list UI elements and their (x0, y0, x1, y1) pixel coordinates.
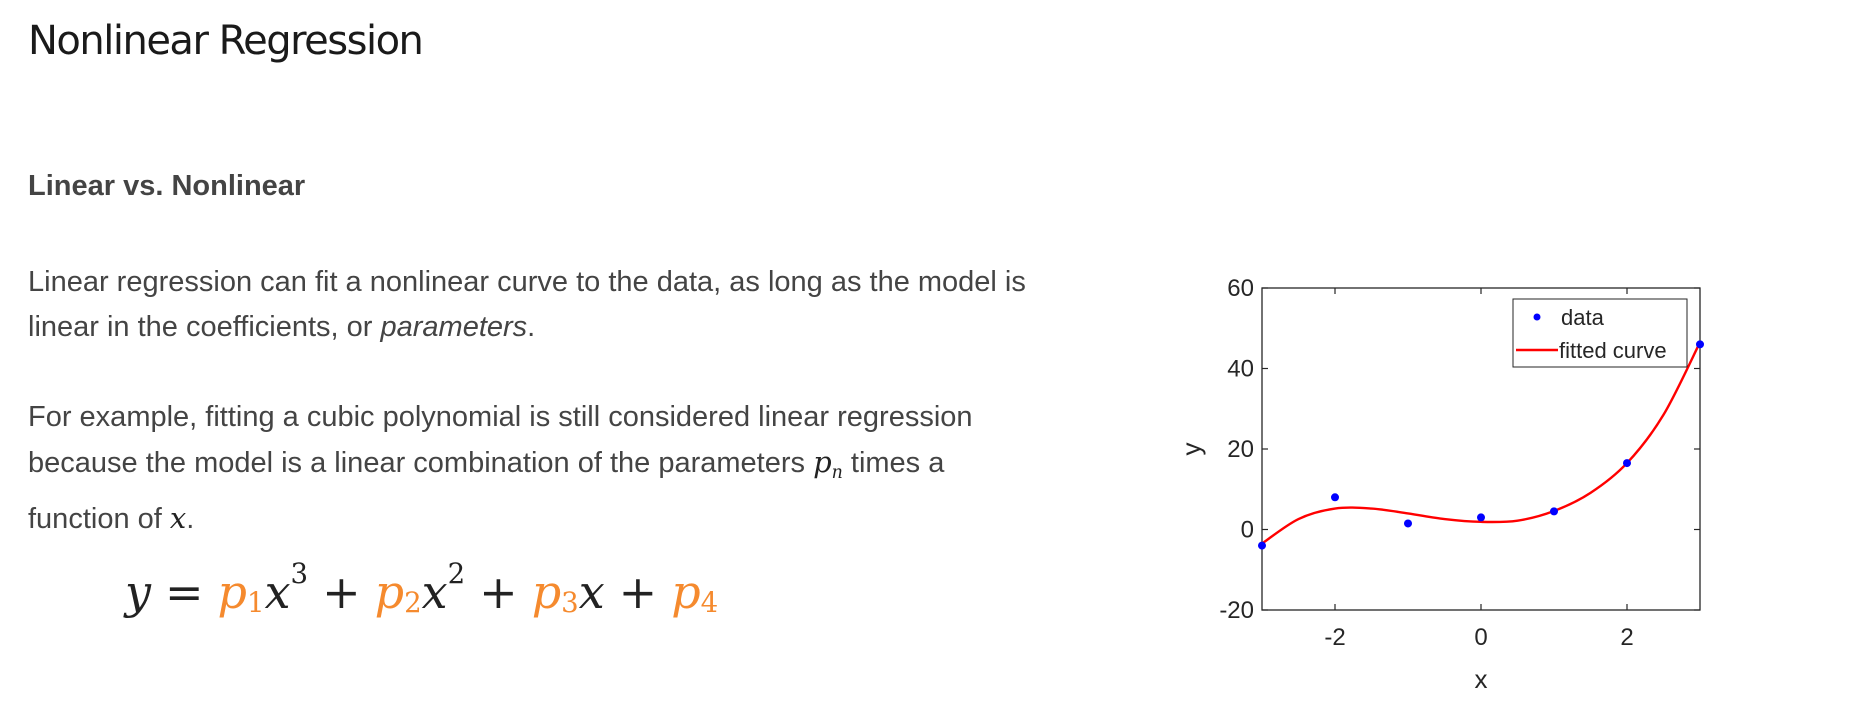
legend-data-label: data (1561, 305, 1605, 330)
eq-exp-2: 2 (447, 557, 466, 591)
eq-p2-base: p (374, 565, 405, 619)
emphasis-parameters: parameters (380, 311, 528, 343)
y-tick-label: 20 (1227, 436, 1254, 463)
legend-data-marker (1533, 313, 1541, 321)
y-tick-label: 60 (1227, 275, 1254, 302)
x-axis-label: x (1475, 664, 1488, 694)
eq-plus-3: + (618, 565, 658, 619)
eq-plus-1: + (322, 565, 361, 619)
legend: data fitted curve (1512, 298, 1688, 368)
paragraph-linear-regression: Linear regression can fit a nonlinear cu… (28, 260, 1028, 350)
paragraph-text-end: . (527, 311, 536, 343)
eq-p1-base: p (217, 565, 247, 619)
y-tick-label: 0 (1241, 517, 1254, 544)
data-point (1404, 519, 1412, 528)
data-point (1258, 541, 1266, 550)
cubic-equation: y = p1x3 + p2x2 + p3x + p4 (125, 560, 718, 619)
eq-p2-sub: 2 (404, 586, 422, 620)
section-heading: Linear vs. Nonlinear (28, 170, 306, 202)
paragraph-cubic-example: For example, fitting a cubic polynomial … (28, 395, 1028, 542)
x-tick-label: -2 (1324, 624, 1345, 651)
y-tick-label: -20 (1219, 597, 1254, 624)
eq-p4-sub: 4 (700, 586, 719, 620)
eq-exp-3: 3 (290, 557, 309, 591)
eq-p3-sub: 3 (561, 586, 579, 620)
x-tick-label: 2 (1620, 624, 1633, 651)
math-var-p-base: p (813, 445, 832, 479)
eq-param-p4: p4 (671, 565, 718, 619)
eq-param-p1: p1 (218, 565, 265, 619)
data-point (1623, 459, 1631, 468)
regression-chart: -200204060 -202 x y data fitted curve (1180, 275, 1704, 694)
eq-p4-base: p (671, 565, 701, 619)
data-point (1696, 340, 1704, 349)
eq-param-p2: p2 (375, 565, 422, 619)
eq-plus-2: + (479, 565, 518, 619)
eq-x-cubed-base: x (264, 565, 291, 619)
eq-param-p3: p3 (532, 565, 579, 619)
eq-x-linear: x (578, 565, 605, 619)
data-point (1331, 493, 1339, 502)
eq-equals: = (165, 565, 204, 619)
x-tick-label: 0 (1474, 624, 1487, 651)
page-title: Nonlinear Regression (28, 18, 424, 64)
legend-curve-label: fitted curve (1559, 338, 1667, 363)
paragraph-text-end: . (186, 503, 195, 536)
math-var-p-subscript: n (831, 463, 843, 484)
data-point (1477, 513, 1485, 522)
data-point (1550, 507, 1558, 516)
eq-lhs-y: y (125, 565, 151, 619)
math-var-x: x (169, 501, 187, 536)
math-var-p: pn (813, 445, 843, 483)
eq-p3-base: p (531, 565, 562, 619)
eq-x-squared-base: x (421, 565, 448, 619)
y-axis-label: y (1180, 443, 1206, 456)
eq-p1-sub: 1 (247, 586, 265, 620)
y-tick-label: 40 (1227, 356, 1254, 383)
